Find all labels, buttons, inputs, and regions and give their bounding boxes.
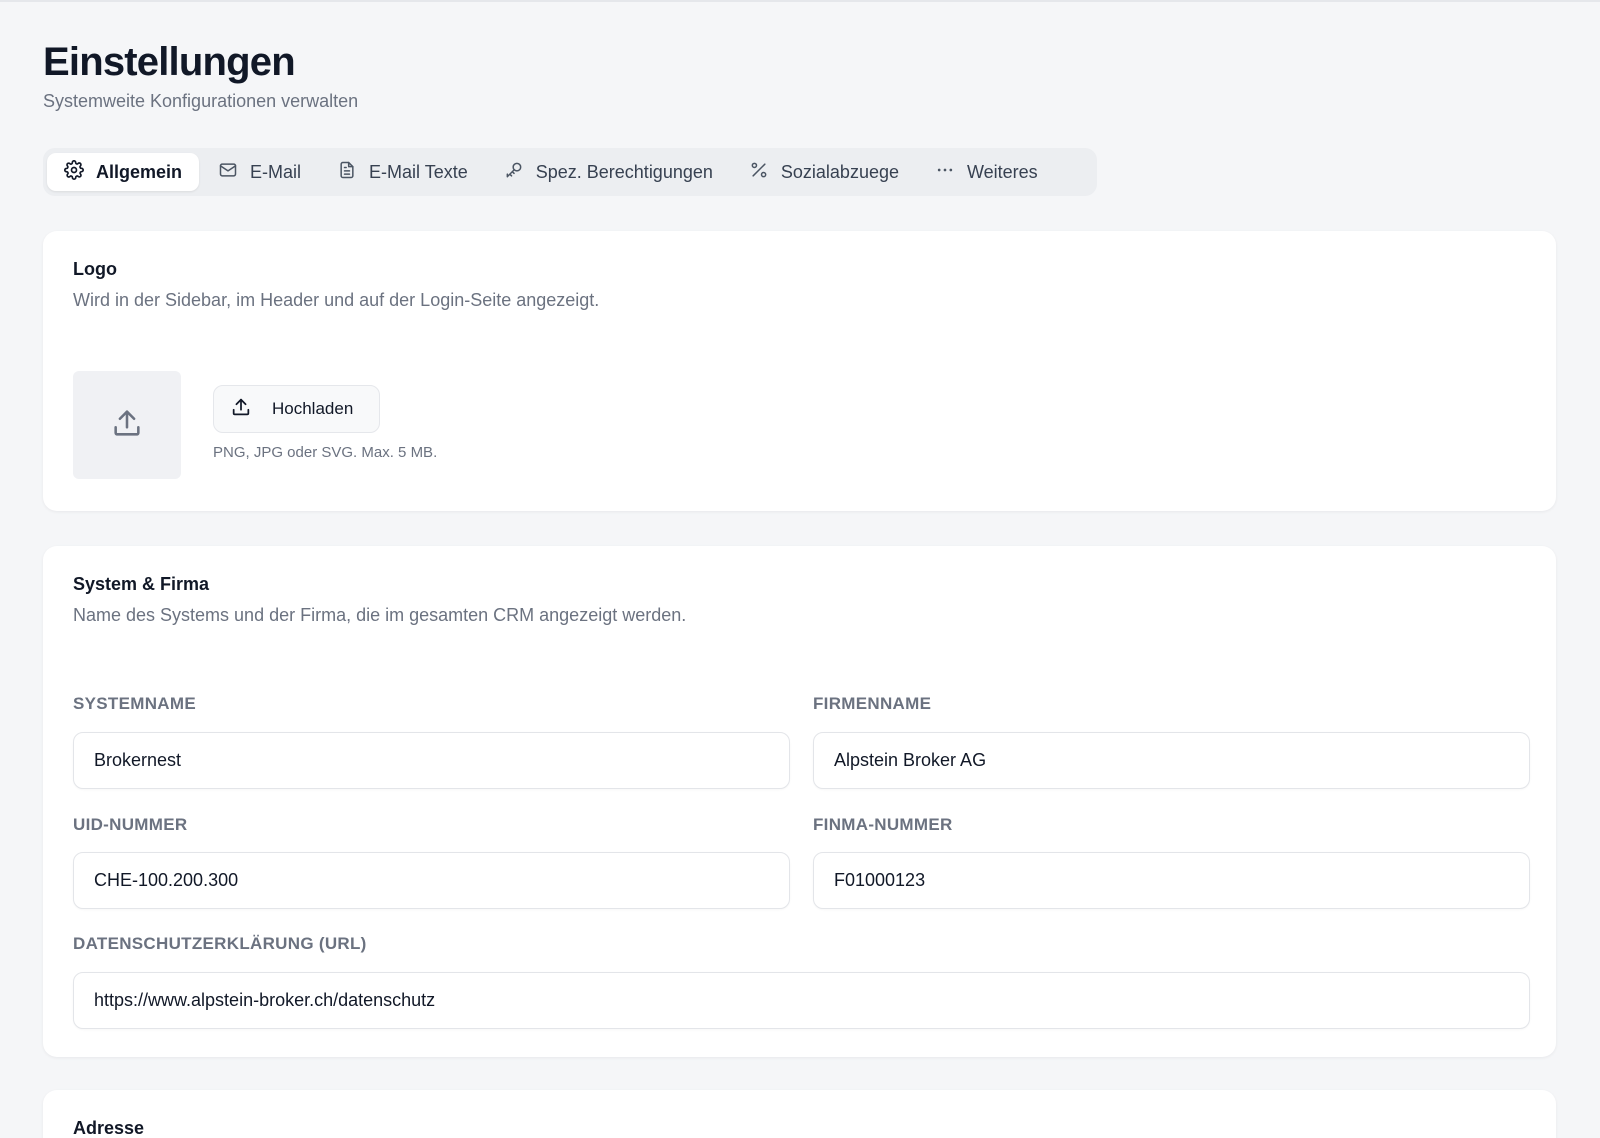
- ellipsis-icon: [935, 160, 955, 185]
- system-firma-card: System & Firma Name des Systems und der …: [43, 546, 1556, 1057]
- upload-button[interactable]: Hochladen: [213, 385, 380, 433]
- gear-icon: [64, 159, 84, 185]
- page-title: Einstellungen: [43, 40, 296, 84]
- key-icon: [504, 160, 524, 185]
- tab-sozialabzuege[interactable]: Sozialabzuege: [732, 153, 916, 191]
- tab-email-texte[interactable]: E-Mail Texte: [320, 153, 485, 191]
- tab-label: Weiteres: [966, 161, 1038, 182]
- uid-label: UID-NUMMER: [73, 815, 188, 834]
- tab-label: E-Mail: [250, 161, 302, 182]
- upload-button-label: Hochladen: [272, 399, 354, 418]
- tab-weiteres[interactable]: Weiteres: [918, 153, 1055, 191]
- firmenname-input[interactable]: Alpstein Broker AG: [813, 732, 1530, 789]
- logo-preview[interactable]: [73, 371, 181, 479]
- tab-label: E-Mail Texte: [369, 161, 468, 182]
- privacy-url-input[interactable]: https://www.alpstein-broker.ch/datenschu…: [73, 972, 1530, 1029]
- logo-card: Logo Wird in der Sidebar, im Header und …: [43, 231, 1556, 511]
- document-icon: [337, 160, 357, 185]
- firmenname-label: FIRMENNAME: [813, 694, 932, 713]
- uid-input[interactable]: CHE-100.200.300: [73, 852, 790, 909]
- mail-icon: [218, 160, 238, 185]
- tab-label: Sozialabzuege: [780, 161, 899, 182]
- tab-allgemein[interactable]: Allgemein: [47, 153, 200, 191]
- system-card-title: System & Firma: [73, 574, 210, 594]
- settings-page: Einstellungen Systemweite Konfiguratione…: [0, 2, 1600, 1138]
- tab-spez-berechtigungen[interactable]: Spez. Berechtigungen: [487, 153, 730, 191]
- upload-hint: PNG, JPG oder SVG. Max. 5 MB.: [213, 444, 438, 461]
- systemname-label: SYSTEMNAME: [73, 694, 196, 713]
- system-card-description: Name des Systems und der Firma, die im g…: [73, 605, 687, 625]
- address-card-title: Adresse: [73, 1118, 145, 1138]
- finma-input[interactable]: F01000123: [813, 852, 1530, 909]
- tab-email[interactable]: E-Mail: [201, 153, 318, 191]
- address-card: Adresse: [43, 1090, 1556, 1138]
- settings-tabs: Allgemein E-Mail E-Mail Texte Spez. Bere…: [43, 148, 1097, 196]
- upload-icon: [230, 396, 252, 423]
- finma-label: FINMA-NUMMER: [813, 815, 953, 834]
- percent-icon: [749, 160, 769, 185]
- privacy-url-label: DATENSCHUTZERKLÄRUNG (URL): [73, 934, 367, 953]
- tab-label: Spez. Berechtigungen: [535, 161, 713, 182]
- systemname-input[interactable]: Brokernest: [73, 732, 790, 789]
- page-subtitle: Systemweite Konfigurationen verwalten: [43, 91, 359, 111]
- upload-icon: [110, 406, 144, 445]
- logo-card-title: Logo: [73, 259, 117, 279]
- logo-card-description: Wird in der Sidebar, im Header und auf d…: [73, 290, 600, 310]
- tab-label: Allgemein: [96, 161, 183, 182]
